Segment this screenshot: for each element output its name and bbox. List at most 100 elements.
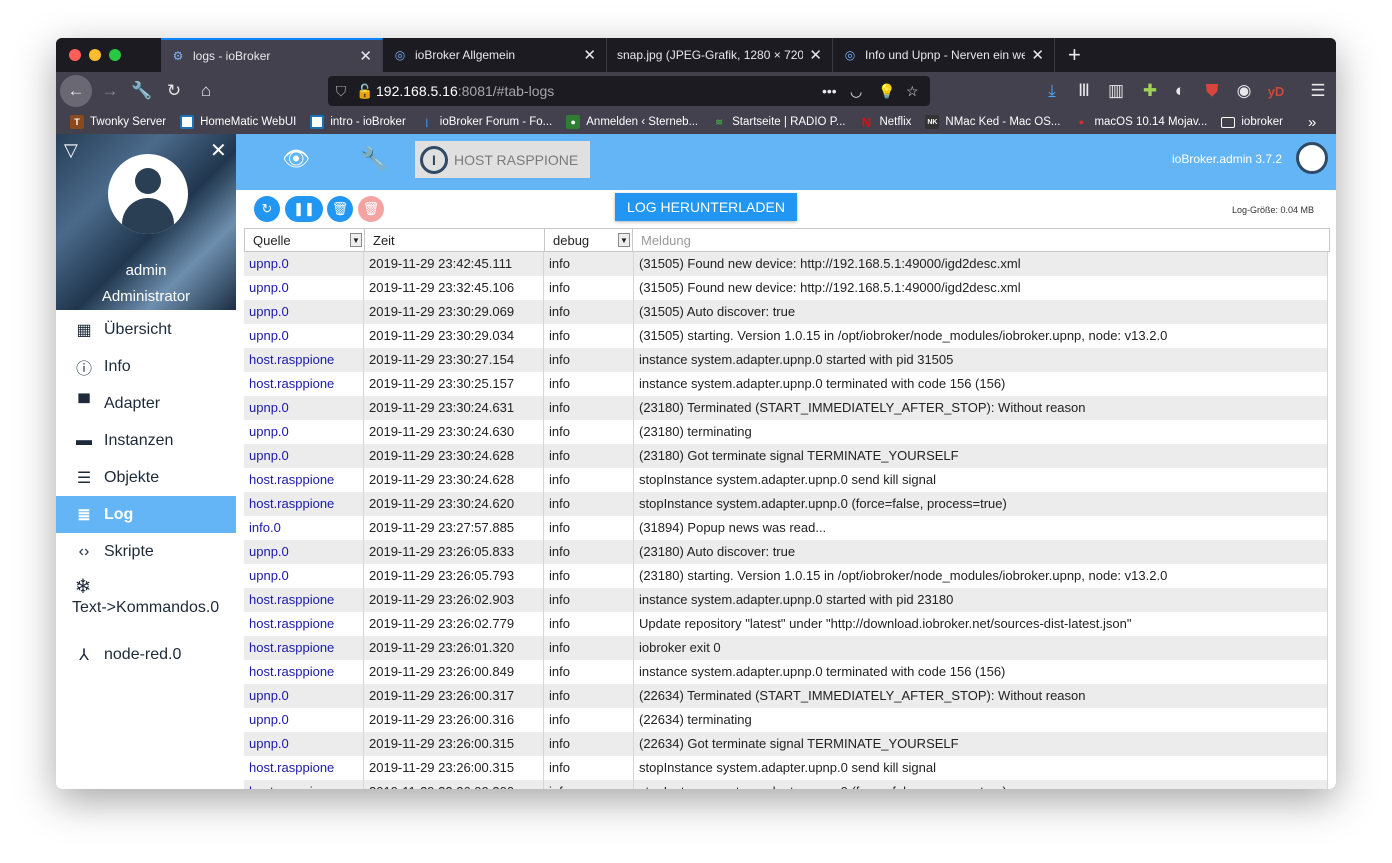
- sidebar-item-label: Adapter: [104, 394, 161, 412]
- log-source: upnp.0: [244, 252, 364, 276]
- browser-tab-allgemein[interactable]: ◎ ioBroker Allgemein ✕: [383, 38, 607, 72]
- bookmark-iobroker-forum[interactable]: | ioBroker Forum - Fo...: [420, 115, 553, 129]
- log-message: instance system.adapter.upnp.0 terminate…: [634, 372, 1328, 396]
- log-level: info: [544, 468, 634, 492]
- url-bar[interactable]: ⛉ 🔓 192.168.5.16 :8081/#tab-logs ••• ◡ 💡…: [328, 76, 930, 106]
- wrench-icon[interactable]: 🔧: [128, 78, 156, 104]
- close-window-button[interactable]: [69, 49, 81, 61]
- ublock-icon[interactable]: ⛊: [1198, 78, 1226, 104]
- log-row: upnp.0 2019-11-29 23:30:24.628 info (23180)…: [244, 444, 1328, 468]
- sidebar-item-instanzen[interactable]: ▬ Instanzen: [56, 422, 236, 459]
- close-icon[interactable]: ✕: [210, 138, 227, 163]
- collapse-triangle-icon[interactable]: ▽: [64, 140, 78, 161]
- sidebar-item-info[interactable]: ⓘ Info: [56, 348, 236, 385]
- close-icon[interactable]: ✕: [359, 47, 372, 65]
- chevron-right-icon[interactable]: »: [1308, 114, 1316, 131]
- source-filter-select[interactable]: Quelle ▼: [245, 229, 365, 251]
- account-icon[interactable]: ◉: [1230, 78, 1258, 104]
- delete-all-button[interactable]: 🗑: [358, 196, 384, 222]
- log-message: stopInstance system.adapter.upnp.0 send …: [634, 756, 1328, 780]
- minimize-window-button[interactable]: [89, 49, 101, 61]
- log-source: host.rasppione: [244, 492, 364, 516]
- bookmark-star-icon[interactable]: ☆: [906, 83, 919, 100]
- log-level: info: [544, 348, 634, 372]
- yd-extension-icon[interactable]: yD: [1262, 78, 1290, 104]
- sidebar-item-uebersicht[interactable]: ▦ Übersicht: [56, 311, 236, 348]
- log-source: upnp.0: [244, 732, 364, 756]
- log-time: 2019-11-29 23:30:24.628: [364, 468, 544, 492]
- sidebar-item-text-kommandos[interactable]: ❄ Text->Kommandos.0: [56, 574, 236, 626]
- bookmark-homematic[interactable]: HomeMatic WebUI: [180, 115, 296, 129]
- log-source: upnp.0: [244, 324, 364, 348]
- sidebar-item-node-red[interactable]: ⅄ node-red.0: [56, 636, 236, 673]
- close-icon[interactable]: ✕: [583, 46, 596, 64]
- sidebar-item-skripte[interactable]: ‹› Skripte: [56, 533, 236, 570]
- extension-icon[interactable]: ◐: [1166, 78, 1194, 104]
- log-row: upnp.0 2019-11-29 23:26:00.316 info (22634)…: [244, 708, 1328, 732]
- log-level: info: [544, 660, 634, 684]
- extension-icon[interactable]: ✚: [1136, 78, 1164, 104]
- code-icon: ‹›: [78, 542, 90, 560]
- lightbulb-icon[interactable]: 💡: [878, 83, 895, 100]
- bookmark-netflix[interactable]: N Netflix: [859, 115, 912, 130]
- more-icon[interactable]: •••: [822, 83, 837, 99]
- download-icon[interactable]: ⤓: [1038, 78, 1066, 104]
- browser-tab-logs[interactable]: ⚙ logs - ioBroker ✕: [161, 38, 383, 72]
- reload-icon[interactable]: ↻: [160, 78, 188, 104]
- log-row: upnp.0 2019-11-29 23:30:24.631 info (23180)…: [244, 396, 1328, 420]
- time-filter-input[interactable]: Zeit: [365, 229, 545, 251]
- log-level: info: [544, 492, 634, 516]
- new-tab-icon[interactable]: +: [1068, 42, 1081, 68]
- sidebar-item-adapter[interactable]: ▀ Adapter: [56, 385, 236, 422]
- close-icon[interactable]: ✕: [809, 46, 822, 64]
- level-filter-select[interactable]: debug ▼: [545, 229, 633, 251]
- back-arrow-icon[interactable]: ←: [60, 75, 92, 107]
- refresh-button[interactable]: ↻: [254, 196, 280, 222]
- forward-arrow-icon[interactable]: →: [96, 78, 124, 104]
- log-row: upnp.0 2019-11-29 23:26:00.317 info (22634)…: [244, 684, 1328, 708]
- bookmark-label: Twonky Server: [90, 116, 167, 128]
- log-row: host.rasppione 2019-11-29 23:30:24.628 inf…: [244, 468, 1328, 492]
- shield-icon[interactable]: ⛉: [328, 83, 354, 100]
- pause-button[interactable]: ❚❚: [285, 196, 323, 222]
- sidebar-item-label: Info: [104, 357, 131, 375]
- log-level: info: [544, 684, 634, 708]
- sidebar-item-objekte[interactable]: ☰ Objekte: [56, 459, 236, 496]
- insecure-lock-icon[interactable]: 🔓: [354, 83, 376, 100]
- chevron-down-icon[interactable]: ▼: [350, 233, 362, 247]
- bookmark-radio[interactable]: ≋ Startseite | RADIO P...: [712, 115, 845, 129]
- close-icon[interactable]: ✕: [1031, 46, 1044, 64]
- library-icon[interactable]: Ⅲ: [1070, 78, 1098, 104]
- log-message: (31894) Popup news was read...: [634, 516, 1328, 540]
- home-icon[interactable]: ⌂: [192, 78, 220, 104]
- eye-icon[interactable]: 👁: [282, 146, 310, 172]
- avatar[interactable]: [108, 154, 188, 234]
- sidebar-icon[interactable]: ▥: [1102, 78, 1130, 104]
- bookmark-label: macOS 10.14 Mojav...: [1094, 116, 1208, 128]
- bookmark-intro-iobroker[interactable]: intro - ioBroker: [310, 115, 406, 129]
- download-log-button[interactable]: LOG HERUNTERLADEN: [615, 193, 797, 221]
- delete-button[interactable]: 🗑: [327, 196, 353, 222]
- tab-label: logs - ioBroker: [193, 49, 271, 63]
- browser-tab-snap[interactable]: snap.jpg (JPEG-Grafik, 1280 × 720 ✕: [607, 38, 833, 72]
- iobroker-icon: ◎: [394, 48, 406, 62]
- message-filter-input[interactable]: Meldung: [633, 229, 1329, 251]
- url-host: 192.168.5.16: [376, 83, 458, 99]
- host-button[interactable]: I HOST RASPPIONE: [415, 141, 590, 178]
- zoom-window-button[interactable]: [109, 49, 121, 61]
- pocket-icon[interactable]: ◡: [850, 83, 862, 100]
- sidebar-item-log[interactable]: ≣ Log: [56, 496, 236, 533]
- chevron-down-icon[interactable]: ▼: [618, 233, 630, 247]
- browser-tab-upnp[interactable]: ◎ Info und Upnp - Nerven ein wen ✕: [833, 38, 1055, 72]
- bookmark-nmac[interactable]: NK NMac Ked - Mac OS...: [925, 115, 1060, 129]
- log-source: upnp.0: [244, 540, 364, 564]
- bookmark-twonky[interactable]: T Twonky Server: [70, 115, 166, 129]
- log-row: host.rasppione 2019-11-29 23:26:01.320 inf…: [244, 636, 1328, 660]
- hamburger-menu-icon[interactable]: ☰: [1304, 78, 1332, 104]
- bookmark-macos[interactable]: ● macOS 10.14 Mojav...: [1074, 115, 1208, 129]
- wrench-icon[interactable]: 🔧: [360, 146, 387, 172]
- bookmark-sterneb[interactable]: ● Anmelden ‹ Sterneb...: [566, 115, 698, 129]
- browser-window: ⚙ logs - ioBroker ✕ ◎ ioBroker Allgemein…: [56, 38, 1336, 789]
- bookmark-folder-iobroker[interactable]: iobroker: [1221, 116, 1283, 128]
- log-time: 2019-11-29 23:26:00.849: [364, 660, 544, 684]
